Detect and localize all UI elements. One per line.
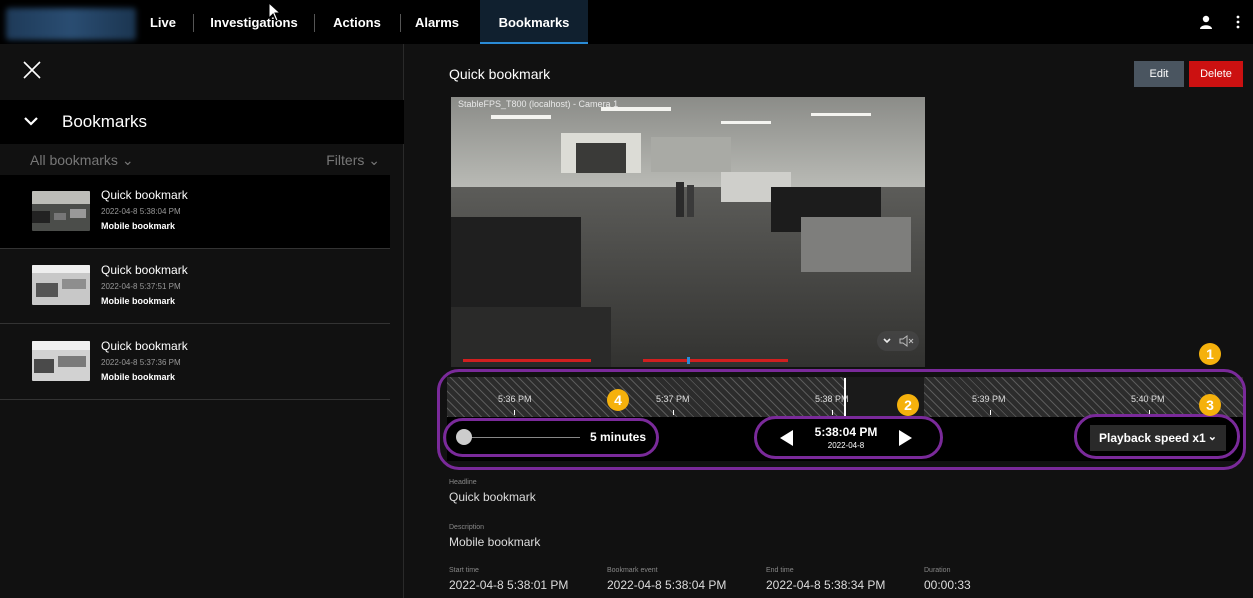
- chevron-down-icon: ⌄: [368, 152, 380, 168]
- video-player[interactable]: [451, 97, 925, 367]
- description-value: Mobile bookmark: [449, 535, 541, 549]
- zoom-slider-handle[interactable]: [456, 429, 472, 445]
- annotation-badge: 1: [1199, 343, 1221, 365]
- bookmark-description: Mobile bookmark: [101, 221, 176, 231]
- headline-label: Headline: [449, 479, 477, 486]
- bookmark-description: Mobile bookmark: [101, 372, 176, 382]
- bookmark-time: 2022-04-8 5:38:04 PM: [101, 207, 181, 216]
- user-icon[interactable]: [1199, 15, 1213, 29]
- current-time: 5:38:04 PM: [814, 425, 878, 439]
- bookmark-title: Quick bookmark: [101, 188, 188, 202]
- zoom-span-label: 5 minutes: [590, 430, 647, 444]
- delete-button[interactable]: Delete: [1189, 61, 1243, 87]
- playhead-marker: [687, 357, 690, 364]
- mute-icon[interactable]: [899, 335, 915, 347]
- timeline-tick: [832, 410, 833, 415]
- nav-separator: [314, 14, 315, 32]
- video-overlay-controls[interactable]: [877, 331, 919, 351]
- end-time-label: End time: [766, 567, 794, 574]
- bookmark-title: Quick bookmark: [101, 263, 188, 277]
- timeline-tick-label: 5:36 PM: [498, 394, 532, 404]
- all-bookmarks-label: All bookmarks: [30, 152, 118, 168]
- recording-indicator-bar: [463, 359, 591, 362]
- playback-speed-label: Playback speed x1: [1099, 431, 1206, 445]
- mouse-cursor-icon: [268, 2, 282, 22]
- chevron-down-icon: ⌄: [1207, 431, 1217, 443]
- annotation-badge: 4: [607, 389, 629, 411]
- annotation-badge: 2: [897, 394, 919, 416]
- nav-separator: [193, 14, 194, 32]
- timeline-playhead[interactable]: [844, 378, 846, 416]
- bookmark-description: Mobile bookmark: [101, 296, 176, 306]
- bookmarks-section-title: Bookmarks: [62, 112, 148, 131]
- list-item[interactable]: Quick bookmark 2022-04-8 5:38:04 PM Mobi…: [0, 175, 390, 249]
- end-time-value: 2022-04-8 5:38:34 PM: [766, 578, 886, 592]
- close-icon[interactable]: [22, 60, 42, 80]
- page-title: Quick bookmark: [449, 66, 551, 82]
- filters-dropdown[interactable]: Filters ⌄: [326, 152, 380, 169]
- all-bookmarks-dropdown[interactable]: All bookmarks ⌄: [30, 152, 134, 169]
- more-options-icon[interactable]: [1236, 14, 1240, 30]
- timeline-tick: [990, 410, 991, 415]
- list-item[interactable]: Quick bookmark 2022-04-8 5:37:36 PM Mobi…: [0, 326, 390, 400]
- bookmark-time: 2022-04-8 5:37:36 PM: [101, 358, 181, 367]
- bookmark-thumbnail: [32, 265, 90, 305]
- product-logo: [6, 8, 136, 40]
- tab-alarms[interactable]: Alarms: [406, 0, 468, 44]
- timeline-tick: [1149, 410, 1150, 415]
- timeline-tick-label: 5:40 PM: [1131, 394, 1165, 404]
- bookmarks-section-header[interactable]: Bookmarks: [0, 100, 404, 144]
- duration-label: Duration: [924, 567, 951, 574]
- description-label: Description: [449, 524, 485, 531]
- bookmark-thumbnail: [32, 341, 90, 381]
- playback-speed-dropdown[interactable]: Playback speed x1 ⌄: [1090, 425, 1226, 451]
- camera-name-label: StableFPS_T800 (localhost) - Camera 1: [458, 99, 619, 109]
- step-forward-icon[interactable]: [899, 430, 912, 446]
- step-back-icon[interactable]: [780, 430, 793, 446]
- list-item[interactable]: Quick bookmark 2022-04-8 5:37:51 PM Mobi…: [0, 250, 390, 324]
- timeline-tick-label: 5:37 PM: [656, 394, 690, 404]
- bookmark-title: Quick bookmark: [101, 339, 188, 353]
- bookmarks-sidebar: Bookmarks All bookmarks ⌄ Filters ⌄ Quic…: [0, 44, 404, 598]
- start-time-value: 2022-04-8 5:38:01 PM: [449, 578, 569, 592]
- zoom-slider-track[interactable]: [466, 437, 580, 438]
- chevron-down-icon: [24, 117, 38, 126]
- bookmark-thumbnail: [32, 191, 90, 231]
- headline-value: Quick bookmark: [449, 490, 536, 504]
- timeline-tick: [514, 410, 515, 415]
- tab-live[interactable]: Live: [138, 0, 188, 44]
- edit-button[interactable]: Edit: [1134, 61, 1184, 87]
- recording-indicator-bar: [643, 359, 788, 362]
- bookmark-time: 2022-04-8 5:37:51 PM: [101, 282, 181, 291]
- tab-bookmarks[interactable]: Bookmarks: [480, 0, 588, 44]
- tab-investigations[interactable]: Investigations: [200, 0, 308, 44]
- duration-value: 00:00:33: [924, 578, 971, 592]
- tab-actions[interactable]: Actions: [322, 0, 392, 44]
- timeline-tick: [673, 410, 674, 415]
- annotation-badge: 3: [1199, 394, 1221, 416]
- timeline-tick-label: 5:39 PM: [972, 394, 1006, 404]
- chevron-down-icon[interactable]: [883, 337, 891, 345]
- filters-label: Filters: [326, 152, 365, 168]
- chevron-down-icon: ⌄: [121, 152, 134, 168]
- top-nav-bar: Live Investigations Actions Alarms Bookm…: [0, 0, 1253, 44]
- nav-separator: [400, 14, 401, 32]
- start-time-label: Start time: [449, 567, 479, 574]
- camera-frame-image: [451, 97, 925, 367]
- bookmark-event-label: Bookmark event: [607, 567, 658, 574]
- bookmark-event-value: 2022-04-8 5:38:04 PM: [607, 578, 727, 592]
- current-date: 2022-04-8: [827, 441, 865, 450]
- filter-row: All bookmarks ⌄ Filters ⌄: [0, 150, 390, 172]
